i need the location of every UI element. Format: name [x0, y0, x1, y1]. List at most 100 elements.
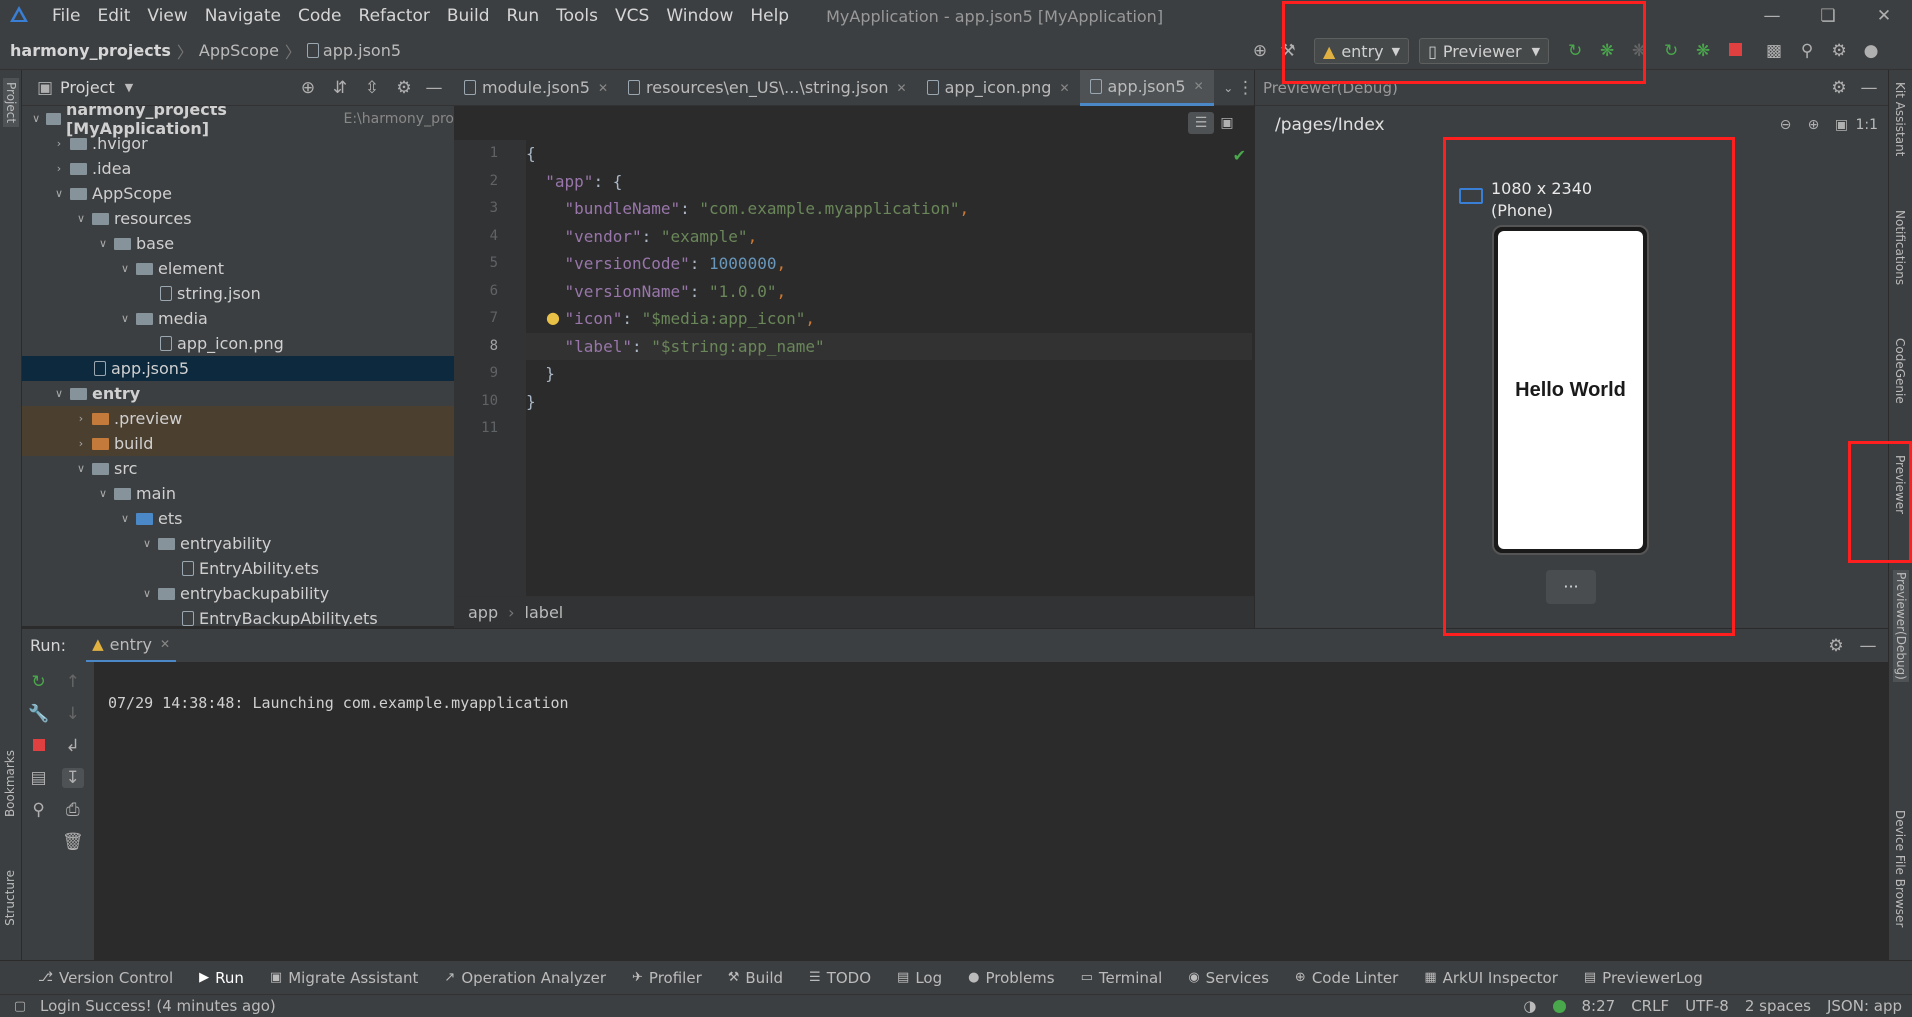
kit-assistant-tool-button[interactable]: Kit Assistant — [1893, 82, 1907, 156]
wrench-icon[interactable]: 🔧 — [28, 704, 49, 724]
zoom-ratio[interactable]: 1:1 — [1855, 117, 1878, 133]
menu-build[interactable]: Build — [447, 6, 490, 26]
fit-icon[interactable]: ▣ — [1827, 117, 1855, 133]
menu-vcs[interactable]: VCS — [615, 6, 649, 26]
tool-window-code-linter[interactable]: ⊕ Code Linter — [1295, 969, 1398, 987]
tool-window-profiler[interactable]: ✈ Profiler — [632, 969, 702, 987]
menu-view[interactable]: View — [147, 6, 187, 26]
project-panel-title[interactable]: Project — [60, 78, 115, 97]
chevron-down-icon[interactable]: ∨ — [96, 237, 110, 250]
scroll-to-end-icon[interactable]: ↧ — [62, 768, 84, 788]
tree-item[interactable]: EntryBackupAbility.ets — [22, 606, 454, 626]
tree-item[interactable]: ∨ main — [22, 481, 454, 506]
menu-code[interactable]: Code — [298, 6, 342, 26]
tool-window-migrate-assistant[interactable]: ▣ Migrate Assistant — [270, 969, 419, 987]
tree-item[interactable]: › .idea — [22, 156, 454, 181]
editor-tab[interactable]: app_icon.png ✕ — [917, 70, 1080, 106]
print-icon[interactable]: ⎙ — [62, 800, 84, 820]
hide-panel-icon[interactable]: — — [420, 78, 448, 98]
tree-item[interactable]: › .hvigor — [22, 131, 454, 156]
tool-window-operation-analyzer[interactable]: ↗ Operation Analyzer — [444, 969, 606, 987]
breadcrumb-file[interactable]: app.json5 — [323, 41, 401, 60]
gear-icon[interactable]: ⚙ — [1824, 78, 1854, 98]
arrow-up-icon[interactable]: ↑ — [62, 672, 84, 692]
chevron-right-icon[interactable]: › — [52, 162, 66, 175]
run-tab[interactable]: ▲ entry ✕ — [86, 629, 176, 663]
close-icon[interactable]: ✕ — [598, 81, 608, 95]
chevron-right-icon[interactable]: › — [74, 437, 88, 450]
code-line[interactable]: "icon": "$media:app_icon", — [526, 305, 1252, 333]
chevron-down-icon[interactable]: ∨ — [96, 487, 110, 500]
menu-run[interactable]: Run — [507, 6, 540, 26]
editor-tab[interactable]: app.json5 ✕ — [1079, 69, 1214, 106]
tree-item[interactable]: ∨ media — [22, 306, 454, 331]
tree-item[interactable]: string.json — [22, 281, 454, 306]
tree-item[interactable]: ∨ resources — [22, 206, 454, 231]
tool-window-version-control[interactable]: ⎇ Version Control — [38, 969, 173, 987]
tree-item[interactable]: ∨ base — [22, 231, 454, 256]
target-icon[interactable]: ⊕ — [1246, 41, 1274, 61]
tree-item[interactable]: app_icon.png — [22, 331, 454, 356]
close-icon[interactable]: ✕ — [1856, 6, 1912, 26]
run-console[interactable]: 07/29 14:38:48: Launching com.example.my… — [94, 662, 1888, 960]
tool-window-problems[interactable]: ● Problems — [968, 969, 1054, 987]
tree-item[interactable]: ∨ entrybackupability — [22, 581, 454, 606]
chevron-down-icon[interactable]: ⌄ — [1220, 81, 1237, 95]
gear-icon[interactable]: ⚙ — [1820, 636, 1852, 656]
device-file-browser-tool-button[interactable]: Device File Browser — [1893, 810, 1907, 927]
breadcrumb-project[interactable]: harmony_projects — [10, 41, 171, 60]
chevron-down-icon[interactable]: ▼ — [125, 81, 133, 94]
chevron-down-icon[interactable]: ∨ — [52, 187, 66, 200]
menu-tools[interactable]: Tools — [556, 6, 598, 26]
menu-edit[interactable]: Edit — [97, 6, 130, 26]
chevron-down-icon[interactable]: ∨ — [140, 587, 154, 600]
tool-window-build[interactable]: ⚒ Build — [728, 969, 783, 987]
code-line[interactable] — [526, 415, 1252, 443]
file-encoding[interactable]: UTF-8 — [1685, 997, 1729, 1015]
code-line[interactable]: } — [526, 360, 1252, 388]
image-view-icon[interactable]: ▣ — [1214, 115, 1240, 131]
code-content[interactable]: { "app": { "bundleName": "com.example.my… — [526, 140, 1252, 450]
status-message[interactable]: Login Success! (4 minutes ago) — [40, 997, 276, 1015]
tool-window-arkui-inspector[interactable]: ▦ ArkUI Inspector — [1424, 969, 1558, 987]
stop-icon[interactable] — [28, 736, 49, 756]
close-icon[interactable]: ✕ — [897, 81, 907, 95]
restore-icon[interactable]: ❏ — [1800, 6, 1856, 26]
chevron-down-icon[interactable]: ∨ — [30, 112, 42, 125]
line-separator[interactable]: CRLF — [1631, 997, 1669, 1015]
search-icon[interactable]: ⚲ — [1791, 41, 1823, 61]
account-icon[interactable]: ● — [1855, 41, 1887, 61]
tool-window-previewerlog[interactable]: ▤ PreviewerLog — [1584, 969, 1703, 987]
menu-help[interactable]: Help — [750, 6, 789, 26]
tree-item[interactable]: › build — [22, 431, 454, 456]
arrow-down-icon[interactable]: ↓ — [62, 704, 84, 724]
menu-refactor[interactable]: Refactor — [359, 6, 430, 26]
more-icon[interactable]: ⋮ — [1237, 78, 1254, 98]
codegenie-tool-button[interactable]: CodeGenie — [1893, 338, 1907, 404]
tree-item[interactable]: ∨ entry — [22, 381, 454, 406]
chevron-right-icon[interactable]: › — [52, 137, 66, 150]
hide-panel-icon[interactable]: — — [1854, 78, 1884, 98]
gear-icon[interactable]: ⚙ — [1823, 41, 1855, 61]
chevron-down-icon[interactable]: ∨ — [52, 387, 66, 400]
codegenie-icon[interactable]: ◑ — [1523, 997, 1536, 1015]
minimize-icon[interactable]: — — [1744, 6, 1800, 26]
project-tool-button[interactable]: Project — [3, 78, 19, 128]
profile-icon[interactable]: ❋ — [1687, 41, 1719, 61]
tree-item[interactable]: ∨ ets — [22, 506, 454, 531]
breadcrumb-appscope[interactable]: AppScope — [199, 41, 279, 60]
close-icon[interactable]: ✕ — [160, 637, 170, 651]
menu-window[interactable]: Window — [666, 6, 733, 26]
close-icon[interactable]: ✕ — [1194, 79, 1204, 93]
pin-icon[interactable]: ⚲ — [28, 800, 49, 820]
apply-changes-icon[interactable]: ↻ — [1655, 41, 1687, 61]
layout-icon[interactable]: ▤ — [28, 768, 49, 788]
tree-item[interactable]: ∨ AppScope — [22, 181, 454, 206]
close-icon[interactable]: ✕ — [1059, 81, 1069, 95]
chevron-down-icon[interactable]: ∨ — [118, 512, 132, 525]
tool-window-log[interactable]: ▤ Log — [897, 969, 942, 987]
stop-icon[interactable] — [1719, 41, 1751, 61]
code-view-icon[interactable]: ☰ — [1188, 112, 1214, 134]
tree-item[interactable]: ∨ harmony_projects [MyApplication] E:\harm… — [22, 106, 454, 138]
bookmarks-tool-button[interactable]: Bookmarks — [3, 750, 17, 817]
